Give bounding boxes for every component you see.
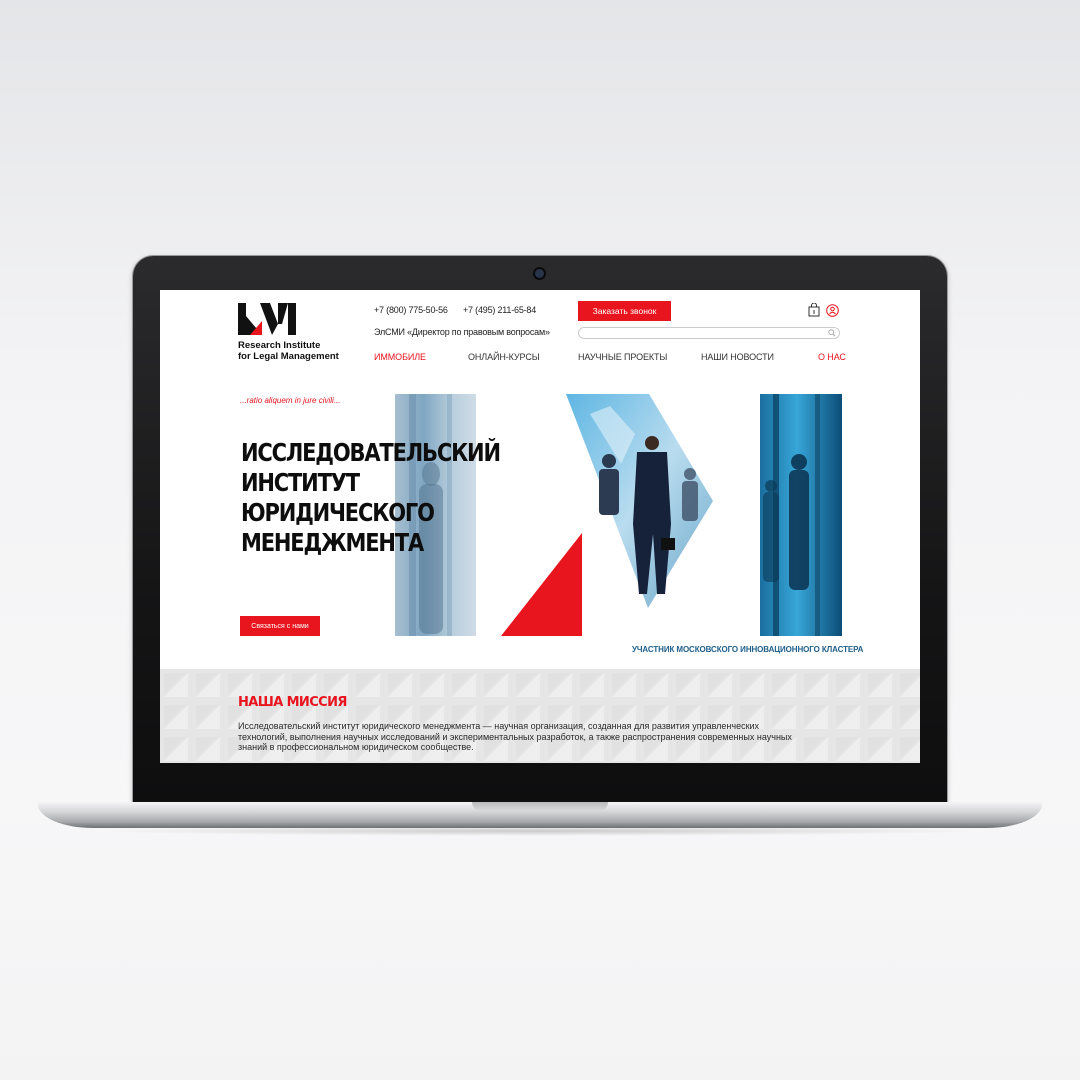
site-logo[interactable]: Research Institute for Legal Management (238, 302, 339, 362)
hero-title-line-2: ИНСТИТУТ (241, 468, 360, 497)
mission-text-line-3: знаний в профессиональном юридическом со… (238, 742, 474, 752)
nav-item-immobile[interactable]: ИММОБИЛЕ (374, 352, 426, 362)
hero-motto: ...ratio aliquem in jure civili... (240, 396, 341, 405)
search-icon[interactable] (828, 329, 836, 337)
nav-item-about[interactable]: О НАС (818, 352, 846, 362)
logo-line-1: Research Institute (238, 340, 321, 351)
mission-section: НАША МИССИЯ Исследовательский институт ю… (160, 669, 920, 763)
mission-title: НАША МИССИЯ (238, 695, 347, 710)
contact-us-button[interactable]: Связаться с нами (240, 616, 320, 636)
user-icon[interactable] (826, 304, 839, 317)
website-screen: Research Institute for Legal Management … (160, 290, 920, 763)
webcam (535, 269, 544, 278)
mission-text-line-1: Исследовательский институт юридического … (238, 721, 760, 731)
nav-item-online-courses[interactable]: ОНЛАЙН-КУРСЫ (468, 352, 540, 362)
nav-item-news[interactable]: НАШИ НОВОСТИ (701, 352, 774, 362)
order-call-button[interactable]: Заказать звонок (578, 301, 671, 321)
cluster-caption[interactable]: УЧАСТНИК МОСКОВСКОГО ИННОВАЦИОННОГО КЛАС… (632, 645, 863, 654)
hero-title-line-3: ЮРИДИЧЕСКОГО (241, 498, 435, 527)
cart-icon[interactable] (808, 303, 820, 317)
phone-2[interactable]: +7 (495) 211-65-84 (463, 305, 536, 315)
mission-text-line-2: технологий, выполнения научных исследова… (238, 731, 792, 742)
hero-title: ИССЛЕДОВАТЕЛЬСКИЙ ИНСТИТУТ ЮРИДИЧЕСКОГО … (241, 438, 501, 558)
search-input[interactable] (578, 327, 840, 339)
nav-item-science-projects[interactable]: НАУЧНЫЕ ПРОЕКТЫ (578, 352, 667, 362)
laptop-notch (472, 802, 608, 811)
media-link[interactable]: ЭлСМИ «Директор по правовым вопросам» (374, 327, 550, 337)
mission-text: Исследовательский институт юридического … (238, 721, 838, 753)
main-nav: ИММОБИЛЕ ОНЛАЙН-КУРСЫ НАУЧНЫЕ ПРОЕКТЫ НА… (160, 352, 920, 364)
hero-title-line-4: МЕНЕДЖМЕНТА (241, 528, 424, 557)
lm-logo-mark (238, 303, 296, 335)
phone-1[interactable]: +7 (800) 775-50-56 (374, 305, 448, 315)
hero-title-line-1: ИССЛЕДОВАТЕЛЬСКИЙ (241, 438, 501, 467)
